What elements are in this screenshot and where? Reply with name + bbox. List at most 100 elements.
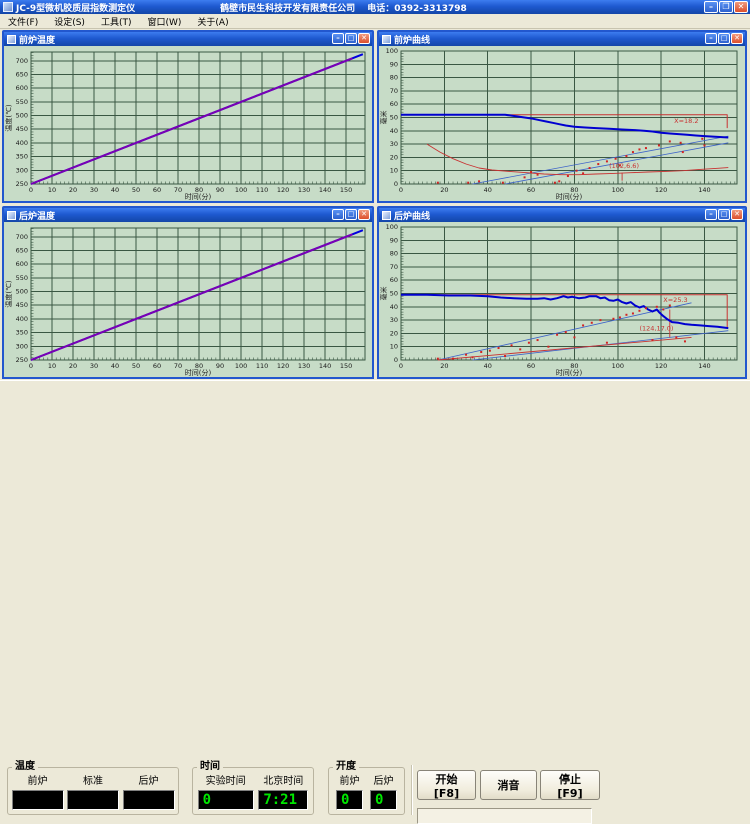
mute-button[interactable]: 消音 (480, 770, 537, 800)
svg-text:20: 20 (69, 186, 77, 194)
front-furnace-temp-label: 前炉 (27, 776, 48, 787)
chart-window-icon (382, 210, 391, 220)
svg-text:50: 50 (390, 290, 398, 298)
svg-text:650: 650 (16, 246, 28, 254)
svg-text:时间(分): 时间(分) (556, 192, 583, 201)
maximize-icon[interactable]: □ (345, 33, 357, 44)
start-button[interactable]: 开始[F8] (417, 770, 476, 800)
svg-text:100: 100 (386, 223, 398, 231)
close-icon[interactable]: ✕ (358, 33, 370, 44)
svg-text:20: 20 (390, 329, 398, 337)
svg-text:40: 40 (390, 303, 398, 311)
menu-tools[interactable]: 工具(T) (93, 15, 140, 28)
svg-text:40: 40 (111, 186, 119, 194)
svg-text:70: 70 (174, 362, 182, 370)
svg-text:120: 120 (277, 362, 289, 370)
svg-text:0: 0 (394, 356, 398, 364)
svg-text:350: 350 (16, 153, 28, 161)
svg-text:60: 60 (527, 362, 535, 370)
svg-text:60: 60 (390, 276, 398, 284)
menu-settings[interactable]: 设定(S) (46, 15, 93, 28)
svg-text:30: 30 (390, 140, 398, 148)
front-curve-titlebar[interactable]: 前炉曲线 – □ ✕ (379, 32, 745, 46)
close-icon[interactable]: ✕ (731, 33, 743, 44)
time-group: 时间 实验时间 0 北京时间 7:21 (192, 761, 314, 815)
close-icon[interactable]: ✕ (731, 209, 743, 220)
svg-text:110: 110 (256, 186, 268, 194)
svg-text:时间(分): 时间(分) (556, 368, 583, 377)
svg-text:600: 600 (16, 84, 28, 92)
maximize-icon[interactable]: □ (345, 209, 357, 220)
svg-text:90: 90 (390, 236, 398, 244)
close-icon[interactable]: ✕ (358, 209, 370, 220)
minimize-icon[interactable]: – (332, 209, 344, 220)
experiment-time-display: 0 (197, 790, 254, 810)
svg-text:时间(分): 时间(分) (185, 368, 212, 377)
front-temp-titlebar[interactable]: 前炉温度 – □ ✕ (4, 32, 372, 46)
svg-text:450: 450 (16, 301, 28, 309)
svg-text:100: 100 (612, 186, 624, 194)
minimize-icon[interactable]: – (332, 33, 344, 44)
rear-curve-chart: 0 20 40 60 80 100 120 140 0 10 20 30 40 50 60 70 80 90 100… (379, 222, 745, 377)
svg-text:0: 0 (399, 186, 403, 194)
minimize-button[interactable]: – (704, 1, 718, 13)
rear-curve-title: 后炉曲线 (394, 211, 431, 222)
svg-text:130: 130 (298, 362, 310, 370)
menu-file[interactable]: 文件(F) (0, 15, 46, 28)
menu-about[interactable]: 关于(A) (189, 15, 236, 28)
svg-text:70: 70 (390, 263, 398, 271)
svg-text:0: 0 (399, 362, 403, 370)
stop-button[interactable]: 停止[F9] (540, 770, 600, 800)
svg-text:150: 150 (340, 362, 352, 370)
menu-window[interactable]: 窗口(W) (139, 15, 189, 28)
svg-text:100: 100 (386, 47, 398, 55)
svg-text:450: 450 (16, 125, 28, 133)
rear-curve-titlebar[interactable]: 后炉曲线 – □ ✕ (379, 208, 745, 222)
svg-text:20: 20 (390, 153, 398, 161)
svg-text:550: 550 (16, 98, 28, 106)
svg-text:30: 30 (90, 362, 98, 370)
svg-text:60: 60 (527, 186, 535, 194)
rear-furnace-opening-display: 0 (370, 790, 397, 810)
close-button[interactable]: ✕ (734, 1, 748, 13)
beijing-time-display: 7:21 (258, 790, 309, 810)
svg-text:10: 10 (48, 186, 56, 194)
svg-text:80: 80 (390, 250, 398, 258)
svg-text:140: 140 (319, 362, 331, 370)
phone-number: 电话：0392-3313798 (367, 3, 467, 14)
svg-text:(124,17.0): (124,17.0) (639, 325, 673, 333)
svg-text:40: 40 (484, 362, 492, 370)
app-title: JC-9型微机胶质层指数测定仪 (16, 3, 136, 14)
panel-divider (411, 765, 413, 815)
svg-text:500: 500 (16, 288, 28, 296)
maximize-icon[interactable]: □ (718, 209, 730, 220)
svg-text:400: 400 (16, 315, 28, 323)
opening-group-title: 开度 (333, 761, 359, 773)
chart-window-icon (7, 34, 16, 44)
svg-text:110: 110 (256, 362, 268, 370)
rear-furnace-temp-display (122, 790, 175, 810)
svg-text:120: 120 (655, 186, 667, 194)
svg-text:120: 120 (277, 186, 289, 194)
time-group-title: 时间 (197, 761, 223, 773)
svg-text:100: 100 (612, 362, 624, 370)
front-temp-title: 前炉温度 (19, 35, 56, 46)
minimize-icon[interactable]: – (705, 209, 717, 220)
svg-text:30: 30 (390, 316, 398, 324)
rear-furnace-opening-label: 后炉 (373, 776, 394, 787)
temperature-group: 温度 前炉 标准 后炉 (7, 761, 179, 815)
front-curve-chart: 0 20 40 60 80 100 120 140 0 10 20 30 40 50 60 70 80 90 100… (379, 46, 745, 201)
restore-button[interactable]: ❐ (719, 1, 733, 13)
window-front-furnace-temperature: 前炉温度 – □ ✕ 0 10 20 30 40 50 60 70 80 90 100 110 120 1… (2, 30, 374, 203)
svg-text:20: 20 (69, 362, 77, 370)
svg-text:30: 30 (90, 186, 98, 194)
minimize-icon[interactable]: – (705, 33, 717, 44)
svg-text:20: 20 (440, 362, 448, 370)
maximize-icon[interactable]: □ (718, 33, 730, 44)
rear-temp-titlebar[interactable]: 后炉温度 – □ ✕ (4, 208, 372, 222)
svg-text:60: 60 (390, 100, 398, 108)
standard-temp-display (67, 790, 119, 810)
svg-text:时间(分): 时间(分) (185, 192, 212, 201)
beijing-time-label: 北京时间 (263, 776, 304, 787)
svg-text:140: 140 (698, 362, 710, 370)
